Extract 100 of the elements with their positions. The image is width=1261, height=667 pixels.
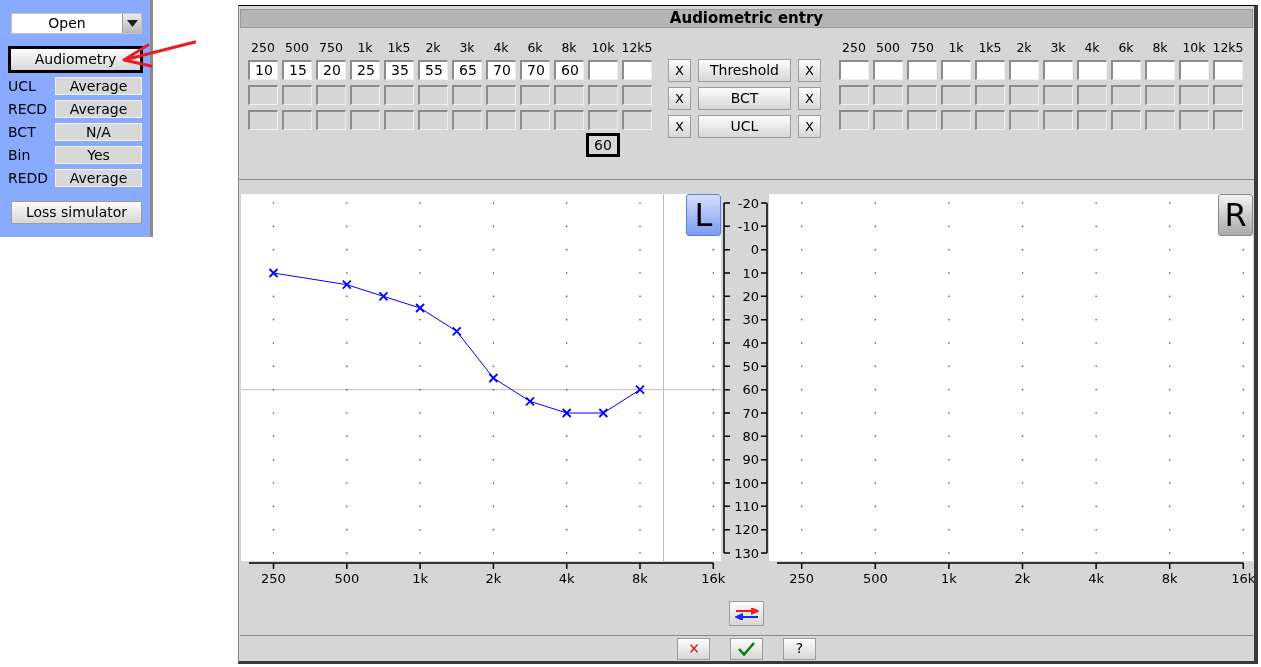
hearing-level-field[interactable]: 55: [418, 60, 448, 80]
frequency-label: 4k: [493, 40, 509, 56]
row-type-button[interactable]: BCT: [698, 87, 791, 110]
x-tick-label: 8k: [632, 571, 648, 586]
help-button[interactable]: ?: [783, 637, 816, 660]
clear-row-button[interactable]: X: [798, 59, 821, 82]
frequency-label: 500: [285, 40, 309, 56]
y-tick-label: 90: [742, 452, 759, 468]
ear-select-button[interactable]: L: [686, 194, 721, 236]
setting-value-button[interactable]: Average: [55, 77, 142, 95]
dialog-title: Audiometric entry: [240, 9, 1253, 28]
caret-down-icon: [122, 14, 141, 33]
x-tick-label: 1k: [412, 571, 428, 586]
setting-label: RECD: [8, 100, 49, 118]
hearing-level-field[interactable]: [839, 60, 869, 80]
row-type-button[interactable]: Threshold: [698, 59, 791, 82]
clear-row-button[interactable]: X: [668, 115, 691, 138]
audiometry-button[interactable]: Audiometry: [8, 46, 143, 73]
hearing-level-field[interactable]: 20: [316, 60, 346, 80]
setting-label: BCT: [8, 123, 37, 141]
y-tick-label: -20: [737, 195, 759, 211]
y-tick-label: 100: [734, 475, 759, 491]
setting-value-button[interactable]: Average: [55, 169, 142, 187]
frequency-label: 3k: [1050, 40, 1066, 56]
x-tick-label: 4k: [1088, 571, 1104, 586]
hearing-level-field[interactable]: 65: [452, 60, 482, 80]
ear-select-button[interactable]: R: [1218, 194, 1253, 236]
x-tick-label: 500: [334, 571, 360, 586]
x-marker: [561, 408, 572, 418]
clear-row-button[interactable]: X: [668, 87, 691, 110]
y-tick-label: 120: [734, 522, 759, 538]
swap-arrows-icon: [734, 607, 759, 620]
setting-label: REDD: [8, 169, 50, 187]
y-tick-label: 40: [742, 335, 759, 351]
frequency-label: 8k: [561, 40, 577, 56]
hearing-level-field[interactable]: [907, 60, 937, 80]
row-type-button[interactable]: UCL: [698, 115, 791, 138]
loss-simulator-button[interactable]: Loss simulator: [11, 201, 142, 224]
frequency-label: 1k5: [978, 40, 1002, 56]
frequency-label: 6k: [1118, 40, 1134, 56]
hearing-level-field[interactable]: 60: [554, 60, 584, 80]
hearing-level-field[interactable]: 35: [384, 60, 414, 80]
frequency-label: 2k: [425, 40, 441, 56]
x-marker: [451, 326, 462, 337]
frequency-label: 12k5: [621, 40, 653, 56]
clear-row-button[interactable]: X: [798, 87, 821, 110]
frequency-label: 10k: [591, 40, 615, 56]
hearing-level-field[interactable]: 70: [520, 60, 550, 80]
x-marker: [378, 291, 389, 302]
hearing-level-field[interactable]: [1179, 60, 1209, 80]
cursor-value-readout: 60: [586, 133, 620, 157]
x-tick-label: 4k: [558, 571, 575, 586]
hearing-level-field[interactable]: [1111, 60, 1141, 80]
x-tick-label: 250: [789, 571, 815, 586]
hearing-level-field[interactable]: [1009, 60, 1039, 80]
x-tick-label: 1k: [941, 571, 957, 586]
x-marker: [598, 408, 609, 418]
x-marker: [635, 384, 645, 395]
hearing-level-field[interactable]: [588, 60, 618, 80]
hearing-level-field[interactable]: [873, 60, 903, 80]
hearing-level-field[interactable]: 10: [248, 60, 278, 80]
y-tick-label: 30: [742, 312, 759, 328]
hearing-level-field[interactable]: 15: [282, 60, 312, 80]
y-tick-label: 80: [742, 428, 759, 444]
x-tick-label: 16k: [701, 571, 726, 586]
frequency-label: 1k: [357, 40, 373, 56]
x-tick-label: 500: [862, 571, 888, 586]
hearing-level-field[interactable]: 70: [486, 60, 516, 80]
y-tick-label: 130: [734, 545, 759, 561]
cancel-button[interactable]: [677, 637, 710, 660]
ok-button[interactable]: [730, 637, 763, 660]
x-marker: [268, 268, 279, 278]
hearing-level-field[interactable]: [1077, 60, 1107, 80]
x-marker: [415, 303, 425, 313]
frequency-label: 6k: [527, 40, 543, 56]
frequency-label: 750: [319, 40, 343, 56]
frequency-label: 250: [251, 40, 275, 56]
hearing-level-field[interactable]: [622, 60, 652, 80]
hearing-level-field[interactable]: [941, 60, 971, 80]
x-marker: [488, 373, 499, 383]
swap-ears-button[interactable]: [729, 601, 764, 626]
frequency-label: 1k: [948, 40, 964, 56]
x-marker: [341, 279, 352, 290]
setting-value-button[interactable]: N/A: [55, 123, 142, 141]
hearing-level-field[interactable]: [1145, 60, 1175, 80]
check-icon: [738, 641, 755, 656]
hearing-level-field[interactable]: [975, 60, 1005, 80]
frequency-label: 12k5: [1212, 40, 1244, 56]
annotation-arrow-icon: [121, 40, 196, 68]
x-tick-label: 2k: [1014, 571, 1031, 586]
setting-value-button[interactable]: Average: [55, 100, 142, 118]
clear-row-button[interactable]: X: [668, 59, 691, 82]
hearing-level-field[interactable]: [1213, 60, 1243, 80]
program-dropdown[interactable]: Open: [11, 13, 142, 34]
y-tick-label: 0: [750, 242, 759, 258]
hearing-level-field[interactable]: [1043, 60, 1073, 80]
clear-row-button[interactable]: X: [798, 115, 821, 138]
setting-value-button[interactable]: Yes: [55, 146, 142, 164]
hearing-level-field[interactable]: 25: [350, 60, 380, 80]
frequency-label: 500: [876, 40, 900, 56]
